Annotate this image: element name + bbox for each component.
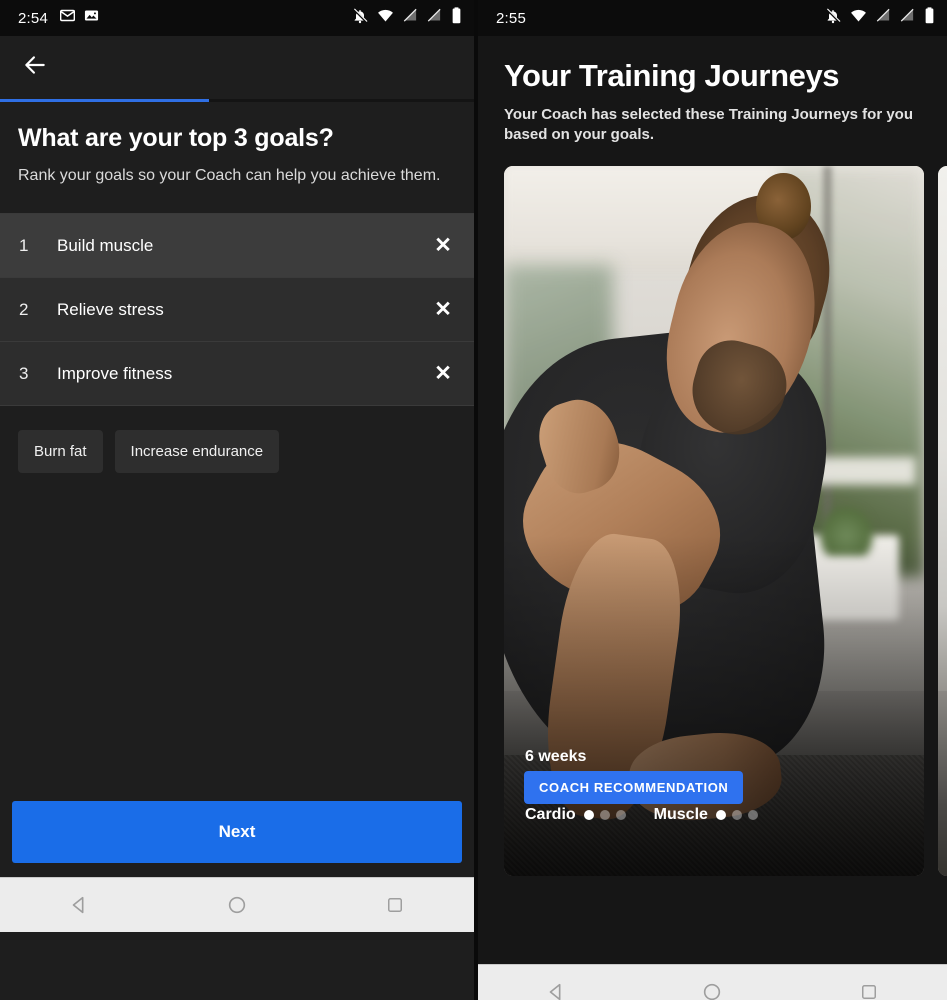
home-circle-icon [228,896,246,914]
intensity-dot-empty [599,809,610,820]
status-time: 2:55 [496,9,526,27]
dual-screenshot: 2:54 What are your top 3 goals? Rank you… [0,0,947,1000]
right-android-nav-bar [478,964,947,1000]
progress-fill [0,99,209,102]
journey-card-next-peek[interactable] [938,165,947,876]
battery-icon [451,7,462,29]
right-status-bar: 2:55 [478,0,947,36]
intensity-dot-empty [615,809,626,820]
signal-off-icon [427,8,442,28]
onboarding-progress-bar [0,99,474,102]
goal-label: Build muscle [57,235,154,255]
left-status-bar: 2:54 [0,0,474,36]
remove-goal-icon[interactable]: ✕ [430,233,456,259]
intensity-dot-empty [731,809,742,820]
signal-off-icon [876,8,891,28]
back-button[interactable] [18,51,52,85]
goal-row[interactable]: 1 Build muscle ✕ [0,214,474,279]
goal-rank: 3 [19,363,29,383]
left-filler [0,473,474,792]
signal-off-icon [900,8,915,28]
right-phone-screen: 2:55 Your Training Journeys Your Coach h… [478,0,947,1000]
ranked-goal-list: 1 Build muscle ✕ 2 Relieve stress ✕ 3 Im… [0,213,474,407]
goal-label: Improve fitness [57,363,173,383]
left-phone-screen: 2:54 What are your top 3 goals? Rank you… [0,0,474,1000]
journey-duration: 6 weeks [525,747,587,765]
metric-label: Muscle [653,805,708,823]
status-system-icons [825,7,935,29]
status-notification-icons [59,8,99,28]
page-title: Your Training Journeys [504,58,840,93]
back-arrow-icon [22,52,48,83]
wifi-icon [850,7,867,29]
nav-home-button[interactable] [209,885,265,925]
notifications-off-icon [825,7,841,29]
journeys-heading-block: Your Training Journeys Your Coach has se… [478,36,947,146]
left-app-bar [0,36,474,99]
back-triangle-icon [549,983,561,1000]
remove-goal-icon[interactable]: ✕ [430,297,456,323]
photos-icon [84,8,99,28]
signal-off-icon [403,8,418,28]
nav-back-button[interactable] [528,972,584,1000]
recents-square-icon [388,898,402,913]
remove-goal-icon[interactable]: ✕ [430,361,456,387]
page-subtitle: Rank your goals so your Coach can help y… [18,167,441,184]
suggested-goal-chips: Burn fat Increase endurance [0,406,474,474]
nav-home-button[interactable] [684,972,740,1000]
right-filler [478,886,947,965]
goal-rank: 1 [19,235,29,255]
wifi-icon [377,7,394,29]
journey-metric-cardio: Cardio [525,806,626,824]
goals-heading-block: What are your top 3 goals? Rank your goa… [0,102,474,214]
coach-recommendation-badge: COACH RECOMMENDATION [524,770,744,804]
goal-chip-increase-endurance[interactable]: Increase endurance [114,430,280,474]
recents-square-icon [861,985,876,999]
intensity-dot-filled [583,809,594,820]
status-time: 2:54 [18,9,48,27]
goal-rank: 2 [19,299,29,319]
journey-metrics: Cardio Muscle [525,806,758,824]
goal-chip-burn-fat[interactable]: Burn fat [18,430,103,474]
metric-label: Cardio [525,805,576,823]
nav-back-button[interactable] [51,885,107,925]
journey-card-photo [938,165,947,876]
intensity-dot-filled [715,809,726,820]
battery-icon [924,7,935,29]
status-system-icons [352,7,462,29]
back-triangle-icon [72,896,84,914]
gmail-icon [59,8,76,28]
goal-row[interactable]: 2 Relieve stress ✕ [0,278,474,343]
page-title: What are your top 3 goals? [18,124,334,152]
nav-recents-button[interactable] [841,972,897,1000]
home-circle-icon [704,983,721,1000]
left-cta-area: Next [0,791,474,878]
journey-metric-muscle: Muscle [654,806,758,824]
goal-row[interactable]: 3 Improve fitness ✕ [0,342,474,407]
nav-recents-button[interactable] [367,885,423,925]
page-subtitle: Your Coach has selected these Training J… [504,106,913,144]
metric-intensity-dots [583,809,626,820]
journey-card[interactable]: 6 weeks Start Strong Cardio [504,165,924,876]
next-button[interactable]: Next [12,801,462,864]
left-android-nav-bar [0,877,474,933]
intensity-dot-empty [747,809,758,820]
goal-label: Relieve stress [57,299,164,319]
journey-carousel[interactable]: 6 weeks Start Strong Cardio [478,165,947,886]
notifications-off-icon [352,7,368,29]
metric-intensity-dots [715,809,758,820]
